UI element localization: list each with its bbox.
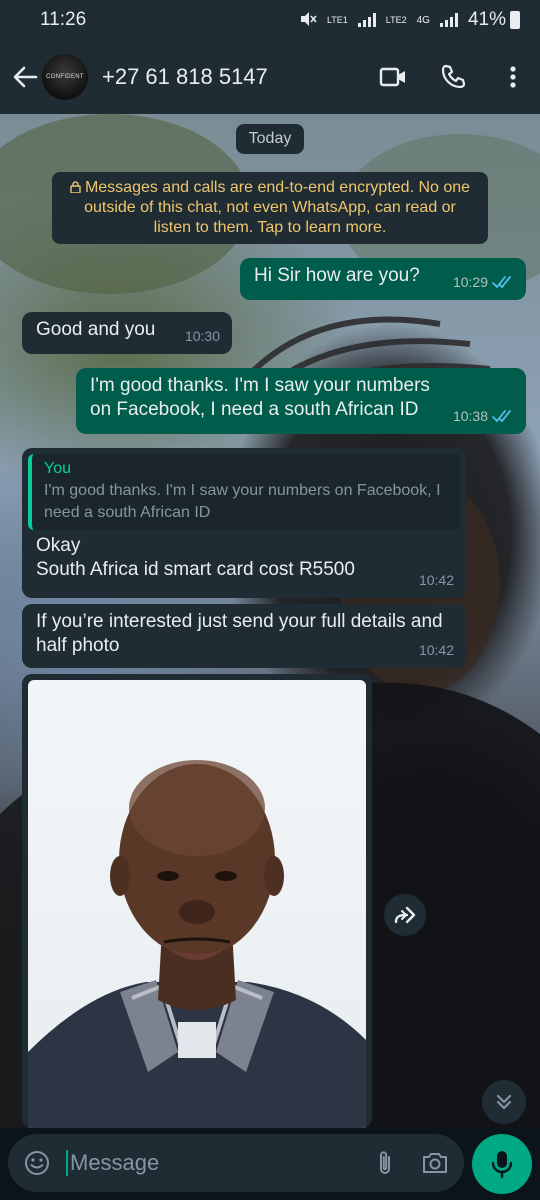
date-label: Today bbox=[236, 124, 304, 154]
message-time: 10:38 bbox=[452, 408, 488, 424]
chat-header: CONFIDENT +27 61 818 5147 bbox=[0, 40, 540, 114]
message-text: I'm good thanks. I'm I saw your numbers … bbox=[90, 375, 430, 420]
message-time: 10:30 bbox=[184, 328, 220, 344]
message-input[interactable] bbox=[66, 1150, 370, 1176]
message-time: 10:42 bbox=[418, 572, 454, 588]
attach-icon[interactable] bbox=[370, 1148, 400, 1178]
quote-author: You bbox=[44, 460, 71, 477]
message-text: If you’re interested just send your full… bbox=[36, 611, 443, 656]
emoji-icon[interactable] bbox=[22, 1148, 52, 1178]
contact-name[interactable]: +27 61 818 5147 bbox=[102, 64, 348, 90]
message-meta: 10:29 bbox=[453, 270, 514, 294]
message-meta: 10:38 bbox=[453, 404, 514, 428]
battery-percent: 41% bbox=[467, 9, 506, 30]
quote-text: I'm good thanks. I'm I saw your numbers … bbox=[44, 482, 441, 521]
double-chevron-down-icon bbox=[496, 1094, 512, 1110]
photo-image[interactable] bbox=[28, 680, 366, 1128]
message-bubble-outgoing[interactable]: I'm good thanks. I'm I saw your numbers … bbox=[76, 368, 526, 434]
avatar[interactable]: CONFIDENT bbox=[42, 54, 88, 100]
signal-1-icon bbox=[357, 13, 376, 27]
encryption-notice[interactable]: Messages and calls are end-to-end encryp… bbox=[52, 172, 488, 244]
video-call-icon[interactable] bbox=[378, 62, 408, 92]
read-ticks-icon bbox=[492, 410, 511, 423]
message-meta: 10:42 bbox=[419, 638, 454, 662]
message-composer bbox=[8, 1134, 464, 1192]
message-time: 10:42 bbox=[418, 642, 454, 658]
voice-message-button[interactable] bbox=[472, 1134, 532, 1194]
message-meta: 10:30 bbox=[185, 324, 220, 348]
forward-icon bbox=[394, 906, 416, 924]
status-bar: 11:26 LTE1 LTE2 4G 41% bbox=[0, 0, 540, 40]
lock-icon bbox=[70, 179, 81, 194]
mute-icon bbox=[299, 11, 317, 30]
message-input-bar bbox=[0, 1128, 540, 1200]
message-bubble-outgoing[interactable]: Hi Sir how are you? 10:29 bbox=[240, 258, 526, 300]
status-time: 11:26 bbox=[40, 9, 87, 30]
message-bubble-incoming[interactable]: If you’re interested just send your full… bbox=[22, 604, 466, 668]
message-time: 10:29 bbox=[452, 274, 488, 290]
network-type-label: 4G bbox=[416, 14, 430, 26]
back-arrow-icon[interactable] bbox=[12, 64, 38, 90]
quoted-message[interactable]: You I'm good thanks. I'm I saw your numb… bbox=[28, 454, 460, 530]
message-bubble-photo[interactable] bbox=[22, 674, 372, 1128]
message-text: Hi Sir how are you? bbox=[254, 265, 420, 286]
message-text-line2: South Africa id smart card cost R5500 bbox=[36, 559, 355, 580]
message-text: Good and you bbox=[36, 319, 156, 340]
message-bubble-incoming-reply[interactable]: You I'm good thanks. I'm I saw your numb… bbox=[22, 448, 466, 598]
microphone-icon bbox=[491, 1151, 513, 1179]
more-options-icon[interactable] bbox=[498, 62, 528, 92]
signal-2-icon bbox=[439, 13, 458, 27]
avatar-text: CONFIDENT bbox=[46, 74, 84, 80]
voice-call-icon[interactable] bbox=[438, 62, 468, 92]
network-2-label: LTE2 bbox=[385, 15, 407, 25]
encryption-notice-text: Messages and calls are end-to-end encryp… bbox=[84, 179, 471, 236]
read-ticks-icon bbox=[492, 276, 511, 289]
message-meta: 10:42 bbox=[419, 568, 454, 592]
forward-button[interactable] bbox=[384, 894, 426, 936]
network-1-label: LTE1 bbox=[326, 15, 348, 25]
status-icons: LTE1 LTE2 4G 41% bbox=[299, 9, 520, 31]
message-bubble-incoming[interactable]: Good and you 10:30 bbox=[22, 312, 232, 354]
scroll-to-bottom-button[interactable] bbox=[482, 1080, 526, 1124]
camera-icon[interactable] bbox=[420, 1148, 450, 1178]
battery-icon bbox=[510, 11, 520, 29]
battery-indicator: 41% bbox=[468, 9, 520, 31]
message-text-line1: Okay bbox=[36, 535, 81, 556]
